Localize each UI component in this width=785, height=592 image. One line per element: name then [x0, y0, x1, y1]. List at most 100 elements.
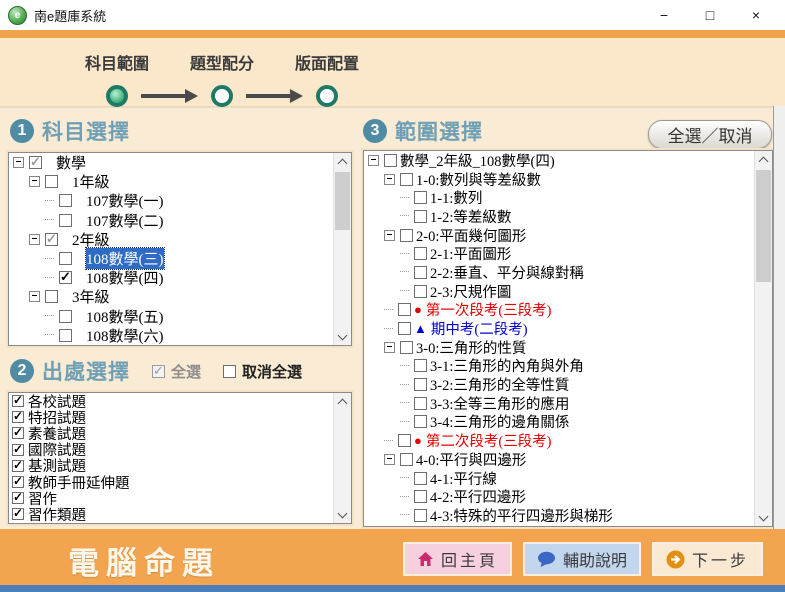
checkbox-icon[interactable] [29, 154, 42, 170]
checkbox-icon[interactable] [45, 290, 58, 304]
tree-expander-icon[interactable] [29, 291, 40, 303]
checkbox-icon[interactable] [414, 378, 427, 392]
checkbox-icon[interactable] [384, 153, 397, 167]
maximize-button[interactable]: □ [687, 0, 733, 30]
checkbox-icon[interactable] [59, 252, 72, 266]
checkbox-icon[interactable] [12, 458, 24, 473]
tree-node[interactable]: 108數學(三) [9, 247, 333, 271]
checkbox-icon[interactable] [414, 209, 427, 223]
tree-expander-icon[interactable] [384, 229, 395, 241]
checkbox-icon[interactable] [59, 194, 72, 208]
checkbox-icon[interactable] [414, 247, 427, 261]
checkbox-icon[interactable] [12, 409, 24, 424]
tree-node[interactable]: 2年級 [9, 230, 333, 249]
tree-node[interactable]: 108數學(五) [9, 307, 333, 326]
checkbox-icon[interactable] [414, 359, 427, 373]
tree-expander-icon[interactable] [384, 173, 395, 185]
scroll-thumb[interactable] [335, 172, 350, 230]
checkbox-icon[interactable] [12, 442, 24, 457]
scroll-up-icon[interactable] [334, 393, 351, 410]
help-button[interactable]: 輔助說明 [522, 542, 641, 576]
scroll-up-icon[interactable] [755, 151, 772, 168]
tree-node[interactable]: 3-3:全等三角形的應用 [364, 394, 754, 413]
tree-node[interactable]: 3-0:三角形的性質 [364, 338, 754, 357]
tree-node[interactable]: 2-3:尺規作圖 [364, 282, 754, 301]
checkbox-icon[interactable] [414, 284, 427, 298]
checkbox-icon[interactable] [400, 340, 413, 354]
checkbox-icon[interactable] [59, 309, 72, 323]
minimize-button[interactable]: − [641, 0, 687, 30]
tree-node[interactable]: 107數學(一) [9, 191, 333, 210]
tree-node[interactable]: 1-2:等差級數 [364, 207, 754, 226]
tree-node[interactable]: 4-3:特殊的平行四邊形與梯形 [364, 506, 754, 525]
checkbox-icon[interactable] [398, 322, 411, 336]
checkbox-icon[interactable] [12, 506, 24, 521]
tree-node[interactable]: 1-0:數列與等差級數 [364, 170, 754, 189]
checkbox-icon[interactable] [12, 425, 24, 440]
tree-node[interactable]: 2-2:垂直、平分與線對稱 [364, 263, 754, 282]
select-all-toggle-button[interactable]: 全選／取消 [648, 120, 772, 149]
checkbox-icon[interactable] [59, 269, 72, 285]
tree-node[interactable]: 數學 [9, 153, 333, 172]
checkbox-icon[interactable] [59, 213, 72, 227]
scroll-up-icon[interactable] [334, 153, 351, 170]
checkbox-icon[interactable] [414, 471, 427, 485]
scroll-thumb[interactable] [756, 170, 771, 282]
checkbox-icon[interactable] [12, 474, 24, 489]
tree-node[interactable]: 108數學(四) [9, 268, 333, 287]
tree-node[interactable]: 108數學(六) [9, 326, 333, 345]
tree-node[interactable]: ▲ 期中考(二段考) [364, 319, 754, 338]
tree-node[interactable]: 4-1:平行線 [364, 469, 754, 488]
checkbox-icon[interactable] [59, 328, 72, 342]
tree-expander-icon[interactable] [384, 453, 395, 465]
tree-expander-icon[interactable] [13, 157, 24, 169]
tree-node[interactable]: 2-0:平面幾何圖形 [364, 226, 754, 245]
tree-node[interactable]: 數學_2年級_108數學(四) [364, 151, 754, 170]
checkbox-icon[interactable] [414, 508, 427, 522]
tree-node[interactable]: 107數學(二) [9, 211, 333, 230]
checkbox-icon[interactable] [400, 228, 413, 242]
tree-node[interactable]: 2-1:平面圖形 [364, 244, 754, 263]
checkbox-icon[interactable] [223, 364, 237, 378]
tree-node[interactable]: 3年級 [9, 287, 333, 306]
close-button[interactable]: × [733, 0, 779, 30]
tree-expander-icon[interactable] [29, 233, 40, 245]
checkbox-icon[interactable] [45, 175, 58, 189]
tree-expander-icon[interactable] [384, 341, 395, 353]
tree-node[interactable]: 3-2:三角形的全等性質 [364, 375, 754, 394]
checkbox-icon[interactable] [414, 415, 427, 429]
next-button[interactable]: 下一步 [651, 542, 763, 576]
checkbox-icon[interactable] [414, 265, 427, 279]
checkbox-icon[interactable] [414, 490, 427, 504]
checkbox-icon[interactable] [152, 363, 165, 379]
select-all-checkbox[interactable]: 全選 [152, 361, 201, 382]
checkbox-icon[interactable] [414, 191, 427, 205]
tree-expander-icon[interactable] [368, 154, 379, 166]
tree-node[interactable]: 1-1:數列 [364, 188, 754, 207]
checkbox-icon[interactable] [398, 303, 411, 317]
tree-node[interactable]: 3-1:三角形的內角與外角 [364, 357, 754, 375]
tree-node[interactable]: 4-2:平行四邊形 [364, 487, 754, 506]
checkbox-icon[interactable] [398, 434, 411, 448]
tree-node[interactable]: ● 第一次段考(三段考) [364, 301, 754, 319]
step-3[interactable]: 版面配置 [294, 50, 360, 107]
range-tree-scrollbar[interactable] [754, 151, 772, 526]
checkbox-icon[interactable] [400, 452, 413, 466]
subject-tree-scrollbar[interactable] [333, 153, 351, 345]
scroll-down-icon[interactable] [755, 509, 772, 526]
checkbox-icon[interactable] [12, 393, 24, 408]
deselect-all-checkbox[interactable]: 取消全選 [223, 361, 302, 382]
tree-expander-icon[interactable] [29, 176, 40, 188]
tree-node[interactable]: ● 第二次段考(三段考) [364, 431, 754, 450]
tree-node[interactable]: 4-0:平行與四邊形 [364, 450, 754, 469]
list-item[interactable]: 教師手冊延伸題 [9, 474, 333, 492]
source-list-scrollbar[interactable] [333, 393, 351, 523]
checkbox-icon[interactable] [400, 172, 413, 186]
tree-node[interactable]: 1年級 [9, 172, 333, 191]
tree-node[interactable]: 3-4:三角形的邊角關係 [364, 413, 754, 431]
checkbox-icon[interactable] [414, 396, 427, 410]
home-button[interactable]: 回主頁 [402, 542, 512, 576]
checkbox-icon[interactable] [12, 490, 24, 505]
checkbox-icon[interactable] [45, 231, 58, 247]
list-item[interactable]: 習作類題 [9, 506, 333, 523]
